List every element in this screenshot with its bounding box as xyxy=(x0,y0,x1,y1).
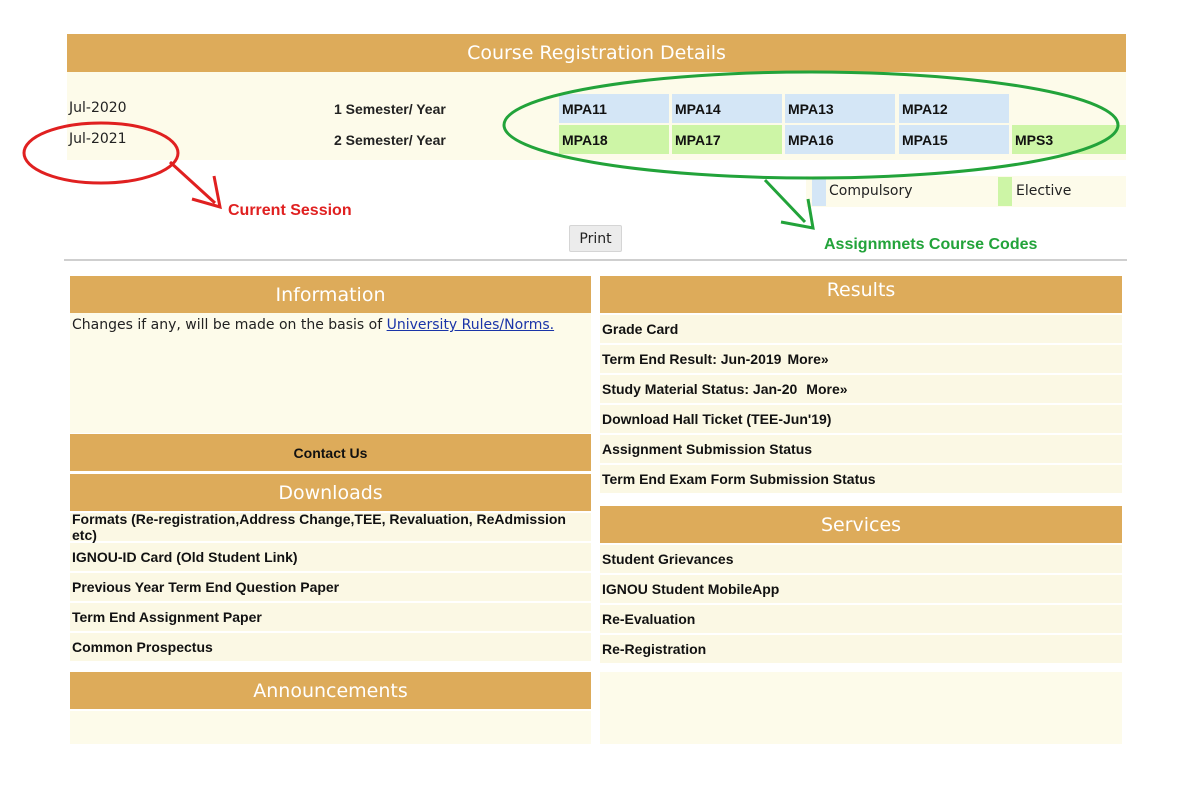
announcements-title: Announcements xyxy=(253,679,408,702)
results-header: Results xyxy=(600,276,1122,313)
results-item-grade-card[interactable]: Grade Card xyxy=(600,315,1122,345)
results-item-exam-form-status[interactable]: Term End Exam Form Submission Status xyxy=(600,465,1122,495)
results-item-assignment-status[interactable]: Assignment Submission Status xyxy=(600,435,1122,465)
announcements-header: Announcements xyxy=(70,672,591,709)
information-title: Information xyxy=(275,283,386,306)
current-session-arrow xyxy=(168,160,217,205)
results-item-label: Study Material Status: Jan-20 xyxy=(602,381,798,397)
announcements-panel xyxy=(70,711,591,744)
results-list: Grade Card Term End Result: Jun-2019 More… xyxy=(600,315,1122,495)
current-session-circle xyxy=(22,121,180,185)
downloads-item[interactable]: Term End Assignment Paper xyxy=(70,603,591,633)
more-link[interactable]: More» xyxy=(787,351,828,367)
services-title: Services xyxy=(820,513,902,536)
results-title: Results xyxy=(826,279,896,301)
services-item[interactable]: Re-Evaluation xyxy=(600,605,1122,635)
services-item[interactable]: IGNOU Student MobileApp xyxy=(600,575,1122,605)
university-rules-link[interactable]: University Rules/Norms. xyxy=(387,317,555,333)
right-column-filler xyxy=(600,672,1122,744)
contact-us-button[interactable]: Contact Us xyxy=(70,434,591,471)
downloads-item[interactable]: Previous Year Term End Question Paper xyxy=(70,573,591,603)
downloads-title: Downloads xyxy=(278,481,383,504)
results-item-label: Assignment Submission Status xyxy=(602,441,813,457)
course-codes-arrow xyxy=(763,178,807,224)
results-item-hall-ticket[interactable]: Download Hall Ticket (TEE-Jun'19) xyxy=(600,405,1122,435)
downloads-header: Downloads xyxy=(70,474,591,511)
results-item-study-material[interactable]: Study Material Status: Jan-20 More» xyxy=(600,375,1122,405)
information-panel: Changes if any, will be made on the basi… xyxy=(70,313,591,433)
services-item[interactable]: Re-Registration xyxy=(600,635,1122,665)
services-item[interactable]: Student Grievances xyxy=(600,545,1122,575)
current-session-annotation: Current Session xyxy=(228,202,352,219)
services-header: Services xyxy=(600,506,1122,543)
course-codes-annotation: Assignmnets Course Codes xyxy=(824,236,1038,253)
current-session-arrowhead xyxy=(191,175,222,210)
results-item-term-end-result[interactable]: Term End Result: Jun-2019 More» xyxy=(600,345,1122,375)
downloads-item[interactable]: IGNOU-ID Card (Old Student Link) xyxy=(70,543,591,573)
more-link[interactable]: More» xyxy=(806,381,847,397)
information-text: Changes if any, will be made on the basi… xyxy=(72,317,387,333)
information-header: Information xyxy=(70,276,591,313)
downloads-item[interactable]: Common Prospectus xyxy=(70,633,591,663)
results-item-label: Term End Exam Form Submission Status xyxy=(602,471,876,487)
services-list: Student Grievances IGNOU Student MobileA… xyxy=(600,545,1122,665)
downloads-list: Formats (Re-registration,Address Change,… xyxy=(70,511,591,663)
results-item-label: Term End Result: Jun-2019 xyxy=(602,351,782,367)
course-codes-circle xyxy=(502,70,1120,180)
results-item-label: Grade Card xyxy=(602,321,679,337)
downloads-item[interactable]: Formats (Re-registration,Address Change,… xyxy=(70,511,591,543)
results-item-label: Download Hall Ticket (TEE-Jun'19) xyxy=(602,411,832,427)
